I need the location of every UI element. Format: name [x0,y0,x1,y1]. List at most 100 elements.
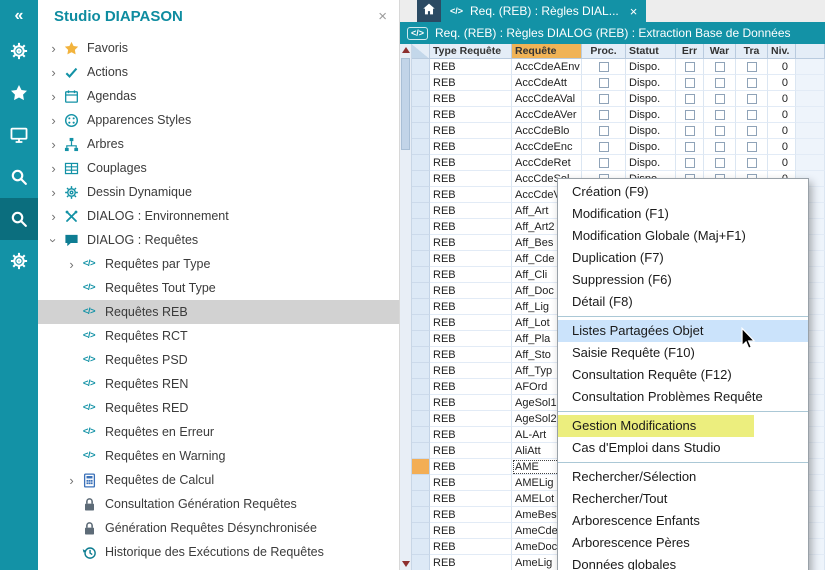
tra-checkbox[interactable] [747,126,757,136]
row-selector-cell[interactable] [412,107,430,123]
proc-checkbox[interactable] [599,62,609,72]
err-checkbox[interactable] [685,94,695,104]
chevron-icon[interactable]: › [46,42,61,55]
scroll-down-button[interactable] [400,558,411,570]
tree-item-apparences-styles[interactable]: ›Apparences Styles [38,108,399,132]
document-tab[interactable]: </> Req. (REB) : Règles DIAL... × [441,0,646,22]
menu-item-saisie-requ-te-f10[interactable]: Saisie Requête (F10) [558,342,808,364]
chevron-icon[interactable]: › [46,186,61,199]
err-checkbox[interactable] [685,142,695,152]
row-selector-cell[interactable] [412,379,430,395]
tra-checkbox[interactable] [747,142,757,152]
search-button[interactable] [0,156,38,198]
chevron-icon[interactable]: › [46,90,61,103]
row-selector-cell[interactable] [412,443,430,459]
chevron-icon[interactable]: › [46,210,61,223]
war-checkbox[interactable] [715,62,725,72]
scrollbar-thumb[interactable] [401,58,410,150]
menu-item-arborescence-enfants[interactable]: Arborescence Enfants [558,510,808,532]
row-selector-cell[interactable] [412,299,430,315]
scroll-up-button[interactable] [400,44,411,56]
row-selector-cell[interactable] [412,123,430,139]
menu-item-duplication-f7[interactable]: Duplication (F7) [558,247,808,269]
menu-item-rechercher-s-lection[interactable]: Rechercher/Sélection [558,466,808,488]
tra-checkbox[interactable] [747,78,757,88]
table-row[interactable]: REBAccCdeAVerDispo.0 [412,107,825,123]
tab-close-icon[interactable]: × [630,4,638,19]
err-checkbox[interactable] [685,158,695,168]
menu-item-rechercher-tout[interactable]: Rechercher/Tout [558,488,808,510]
row-selector-cell[interactable] [412,523,430,539]
row-selector-cell[interactable] [412,187,430,203]
row-selector-cell[interactable] [412,395,430,411]
chevron-icon[interactable]: › [46,66,61,79]
column-header-war[interactable]: War [704,44,736,59]
tree-item-requ-tes-reb[interactable]: </>Requêtes REB [38,300,399,324]
row-selector-cell[interactable] [412,251,430,267]
table-row[interactable]: REBAccCdeAValDispo.0 [412,91,825,107]
row-selector-cell[interactable] [412,363,430,379]
tree-item-requ-tes-en-warning[interactable]: </>Requêtes en Warning [38,444,399,468]
menu-item-listes-partag-es-objet[interactable]: Listes Partagées Objet [558,320,808,342]
row-selector-cell[interactable] [412,75,430,91]
proc-checkbox[interactable] [599,126,609,136]
row-selector-cell[interactable] [412,139,430,155]
menu-item-cr-ation-f9[interactable]: Création (F9) [558,181,808,203]
row-selector-cell[interactable] [412,491,430,507]
favorites-button[interactable] [0,72,38,114]
chevron-icon[interactable]: › [64,474,79,487]
row-selector-cell[interactable] [412,267,430,283]
err-checkbox[interactable] [685,110,695,120]
tree-item-dessin-dynamique[interactable]: ›Dessin Dynamique [38,180,399,204]
column-header-statut[interactable]: Statut [626,44,676,59]
column-header-tra[interactable]: Tra [736,44,768,59]
collapse-panel-button[interactable]: « [0,2,38,30]
table-row[interactable]: REBAccCdeEncDispo.0 [412,139,825,155]
column-header-niv[interactable]: Niv. [768,44,796,59]
proc-checkbox[interactable] [599,94,609,104]
row-selector-cell[interactable] [412,59,430,75]
tree-item-requ-tes-rct[interactable]: </>Requêtes RCT [38,324,399,348]
column-header-requ-te[interactable]: Requête [512,44,582,59]
grid-corner-cell[interactable] [412,44,430,59]
menu-item-modification-f1[interactable]: Modification (F1) [558,203,808,225]
tree-item-consultation-g-n-ration-requ-tes[interactable]: Consultation Génération Requêtes [38,492,399,516]
row-selector-cell[interactable] [412,427,430,443]
tree-item-dialog-requ-tes[interactable]: ›DIALOG : Requêtes [38,228,399,252]
row-selector-cell[interactable] [412,411,430,427]
tra-checkbox[interactable] [747,158,757,168]
table-row[interactable]: REBAccCdeBloDispo.0 [412,123,825,139]
row-selector-cell[interactable] [412,171,430,187]
chevron-icon[interactable]: › [47,233,60,248]
chevron-icon[interactable]: › [64,258,79,271]
tree-item-dialog-environnement[interactable]: ›DIALOG : Environnement [38,204,399,228]
column-header-proc[interactable]: Proc. [582,44,626,59]
row-selector-cell[interactable] [412,91,430,107]
tree-item-historique-des-ex-cutions-de-requ-tes[interactable]: Historique des Exécutions de Requêtes [38,540,399,564]
column-header-err[interactable]: Err [676,44,704,59]
proc-checkbox[interactable] [599,78,609,88]
menu-item-modification-globale-maj-f1[interactable]: Modification Globale (Maj+F1) [558,225,808,247]
column-header-type-requ-te[interactable]: Type Requête [430,44,512,59]
tree-item-actions[interactable]: ›Actions [38,60,399,84]
chevron-icon[interactable]: › [46,162,61,175]
proc-checkbox[interactable] [599,158,609,168]
tree-item-requ-tes-ren[interactable]: </>Requêtes REN [38,372,399,396]
tree-item-requ-tes-red[interactable]: </>Requêtes RED [38,396,399,420]
war-checkbox[interactable] [715,78,725,88]
menu-item-donn-es-globales[interactable]: Données globales [558,554,808,570]
row-selector-cell[interactable] [412,539,430,555]
menu-item-suppression-f6[interactable]: Suppression (F6) [558,269,808,291]
menu-item-consultation-requ-te-f12[interactable]: Consultation Requête (F12) [558,364,808,386]
screens-button[interactable] [0,114,38,156]
table-row[interactable]: REBAccCdeAEnvDispo.0 [412,59,825,75]
tree-item-requ-tes-tout-type[interactable]: </>Requêtes Tout Type [38,276,399,300]
tree-item-requ-tes-de-calcul[interactable]: ›Requêtes de Calcul [38,468,399,492]
tree-item-requ-tes-psd[interactable]: </>Requêtes PSD [38,348,399,372]
home-tab-button[interactable] [417,0,441,22]
tree-item-g-n-ration-requ-tes-d-synchronis-e[interactable]: Génération Requêtes Désynchronisée [38,516,399,540]
row-selector-cell[interactable] [412,331,430,347]
menu-item-arborescence-p-res[interactable]: Arborescence Pères [558,532,808,554]
proc-checkbox[interactable] [599,110,609,120]
row-selector-cell[interactable] [412,315,430,331]
